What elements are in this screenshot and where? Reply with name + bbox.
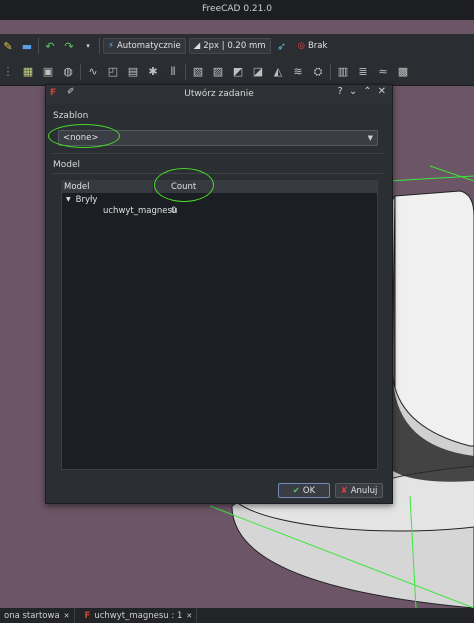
grip-icon: ⋮ <box>2 65 14 78</box>
ok-label: OK <box>302 485 316 496</box>
snap-icon[interactable]: ➶ <box>274 38 290 54</box>
draw-style-label: Automatycznie <box>116 41 181 51</box>
slot-icon[interactable]: ◭ <box>270 64 286 80</box>
thread-icon[interactable]: ≋ <box>290 64 306 80</box>
chevron-down-icon[interactable]: ▼ <box>66 196 71 203</box>
face-icon[interactable]: ✱ <box>145 64 161 80</box>
highlight-circle <box>48 124 120 148</box>
sanity-icon[interactable]: ▥ <box>335 64 351 80</box>
template-label: Szablon <box>53 111 89 121</box>
macro-icon[interactable]: ✎ <box>0 38 16 54</box>
model-tree[interactable]: Model Count ▼ Bryły uchwyt_magnesu 0 <box>61 180 378 470</box>
model-label: Model <box>53 160 81 170</box>
selection-filter-button[interactable]: ◎ Brak <box>293 38 333 54</box>
tab-document-label: uchwyt_magnesu : 1 <box>94 610 183 621</box>
simulate-icon[interactable]: ▩ <box>395 64 411 80</box>
ok-button[interactable]: ✔ OK <box>278 483 330 498</box>
tree-group-row[interactable]: ▼ Bryły <box>62 194 377 205</box>
dialog-window-controls: ? ⌄ ⌃ ✕ <box>338 86 386 97</box>
expand-button[interactable]: ⌃ <box>363 86 371 97</box>
adaptive-icon[interactable]: ▧ <box>190 64 206 80</box>
target-icon: ◎ <box>297 41 305 51</box>
app-titlebar: FreeCAD 0.21.0 <box>0 0 474 20</box>
freecad-logo-icon: F <box>84 610 91 621</box>
column-header-model[interactable]: Model <box>62 181 154 193</box>
collapse-button[interactable]: ⌄ <box>349 86 357 97</box>
cancel-label: Anuluj <box>350 485 378 496</box>
redo-icon[interactable]: ↷ <box>61 38 77 54</box>
highlight-circle <box>154 168 214 202</box>
profile-icon[interactable]: ∿ <box>85 64 101 80</box>
toolbar-separator <box>38 38 39 54</box>
tool-controller-icon[interactable]: ◍ <box>60 64 76 80</box>
toolbar-separator <box>330 63 331 80</box>
close-icon[interactable]: ✕ <box>64 612 70 620</box>
vcarve-icon[interactable]: ◪ <box>250 64 266 80</box>
close-icon[interactable]: ✕ <box>186 612 192 620</box>
drilling-icon[interactable]: ▤ <box>125 64 141 80</box>
tab-start-label: ona startowa <box>4 610 60 621</box>
divider <box>53 173 383 174</box>
undo-icon[interactable]: ↶ <box>42 38 58 54</box>
tab-start-page[interactable]: ona startowa ✕ <box>0 608 75 623</box>
divider <box>53 153 383 154</box>
draw-style-button[interactable]: ⚡ Automatycznie <box>103 38 186 54</box>
selection-label: Brak <box>307 41 328 51</box>
check-icon: ✔ <box>292 485 300 496</box>
pocket-icon[interactable]: ◰ <box>105 64 121 80</box>
line-width-button[interactable]: ◢ 2px | 0.20 mm <box>188 38 271 54</box>
toolbar-separator <box>80 63 81 80</box>
tree-item-row[interactable]: uchwyt_magnesu 0 <box>62 205 377 216</box>
tab-document[interactable]: F uchwyt_magnesu : 1 ✕ <box>75 608 198 623</box>
app-title: FreeCAD 0.21.0 <box>202 4 272 14</box>
dialog-header: F ✐ Utwórz zadanie ? ⌄ ⌃ ✕ <box>46 85 392 103</box>
setup-sheet-icon[interactable]: ▣ <box>40 64 56 80</box>
open-folder-icon[interactable]: ▬ <box>19 38 35 54</box>
line-width-label: 2px | 0.20 mm <box>203 41 266 51</box>
main-toolbar: ✎ ▬ ↶ ↷ ▾ ⚡ Automatycznie ◢ 2px | 0.20 mm … <box>0 34 474 58</box>
helix-icon[interactable]: ⦀ <box>165 64 181 80</box>
chevron-down-icon: ▼ <box>367 134 373 142</box>
tree-group-label: Bryły <box>75 194 98 205</box>
toolbar-separator <box>185 63 186 80</box>
engrave-icon[interactable]: ▨ <box>210 64 226 80</box>
close-button[interactable]: ✕ <box>378 86 386 97</box>
chevron-down-icon[interactable]: ▾ <box>80 38 96 54</box>
post-process-icon[interactable]: ≣ <box>355 64 371 80</box>
tree-header: Model Count <box>62 181 377 194</box>
tree-item-label: uchwyt_magnesu <box>103 205 178 216</box>
deburr-icon[interactable]: ◩ <box>230 64 246 80</box>
cancel-icon: ✘ <box>340 485 348 496</box>
draw-style-icon: ⚡ <box>108 41 114 51</box>
toolbar-separator <box>99 38 100 54</box>
line-width-icon: ◢ <box>193 41 201 51</box>
document-tabs-bar: ona startowa ✕ F uchwyt_magnesu : 1 ✕ <box>0 608 474 623</box>
job-icon[interactable]: ▦ <box>20 64 36 80</box>
dressup-icon[interactable]: ⛭ <box>310 64 326 80</box>
workbench-toolbar: ⋮ ▦ ▣ ◍ ∿ ◰ ▤ ✱ ⦀ ▧ ▨ ◩ ◪ ◭ ≋ ⛭ ▥ ≣ ≈ ▩ <box>0 58 474 86</box>
tree-item-count[interactable]: 0 <box>171 206 176 216</box>
cancel-button[interactable]: ✘ Anuluj <box>335 483 383 498</box>
export-icon[interactable]: ≈ <box>375 64 391 80</box>
help-button[interactable]: ? <box>338 86 343 97</box>
